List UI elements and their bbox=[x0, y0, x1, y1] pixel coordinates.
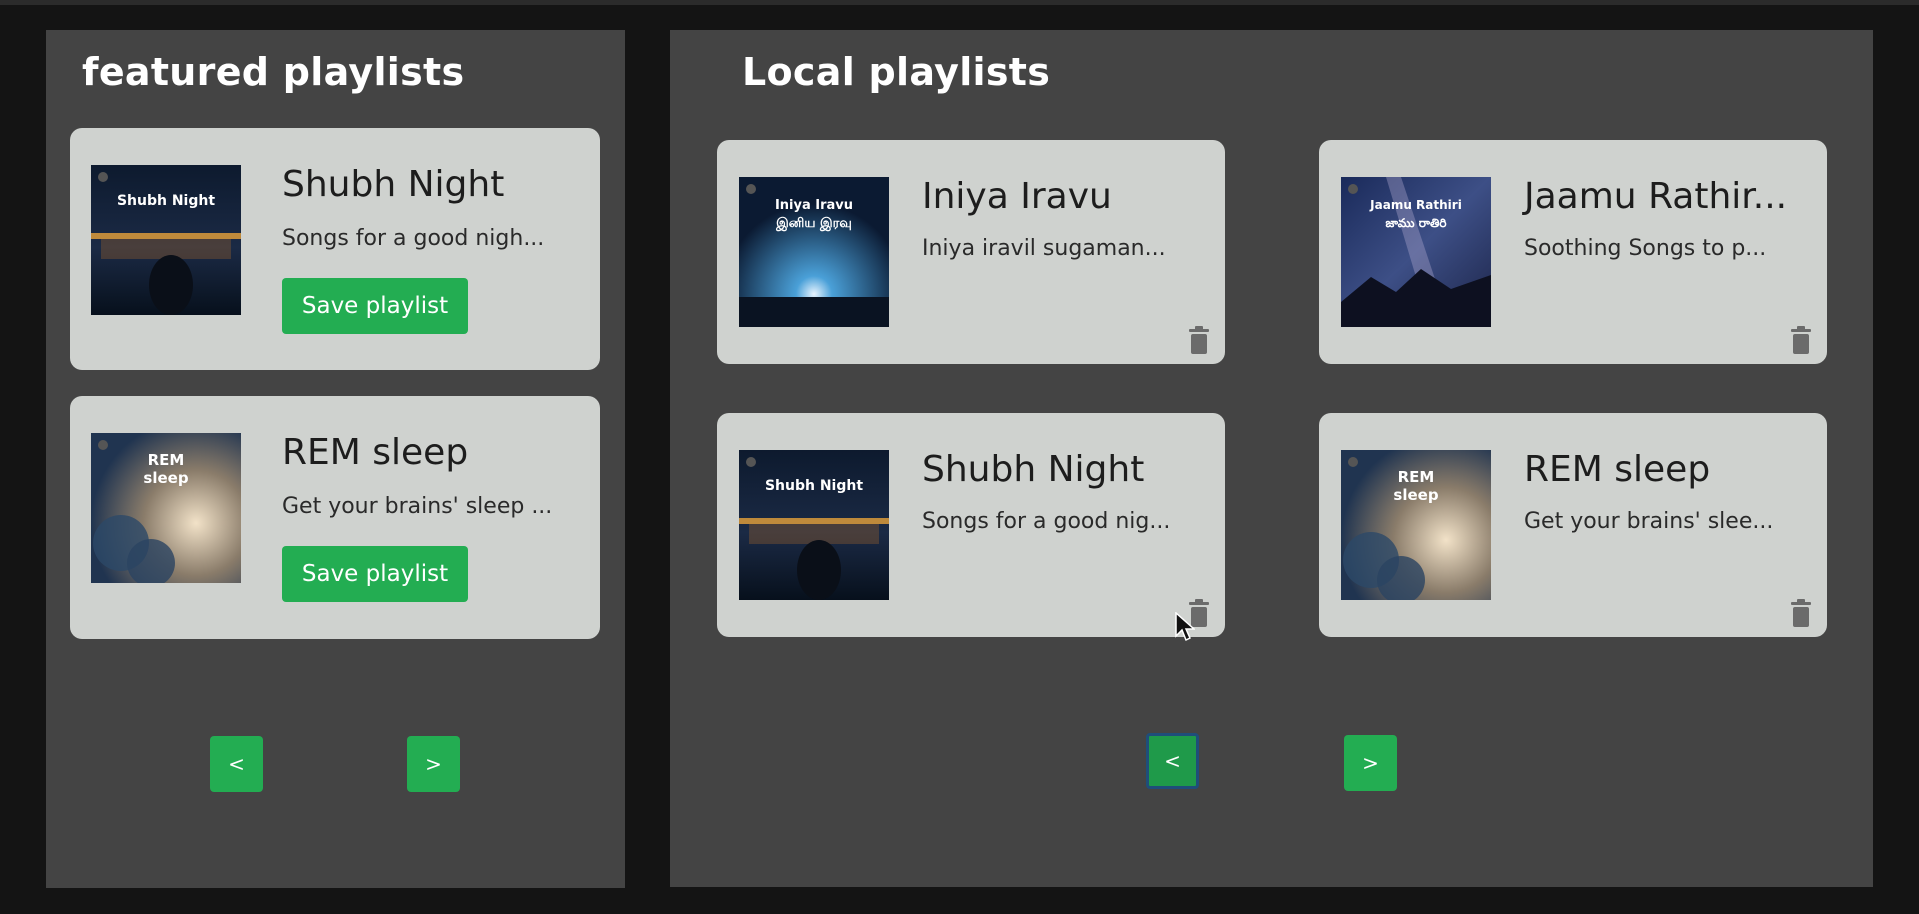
playlist-name: Iniya Iravu bbox=[922, 176, 1112, 217]
panel-title: Local playlists bbox=[742, 50, 1051, 94]
save-playlist-button[interactable]: Save playlist bbox=[282, 278, 468, 334]
playlist-card: REM sleep REM sleep Get your brains' sle… bbox=[70, 396, 600, 639]
cover-text: Jaamu Rathiri bbox=[1369, 198, 1462, 212]
playlist-name: REM sleep bbox=[1524, 449, 1711, 490]
featured-playlists-panel: featured playlists Shubh Night Shubh Nig… bbox=[46, 30, 625, 888]
trash-icon[interactable] bbox=[1791, 599, 1811, 627]
playlist-card: Shubh Night Shubh Night Songs for a good… bbox=[717, 413, 1225, 637]
playlist-description: Iniya iravil sugaman... bbox=[922, 236, 1166, 261]
local-playlists-panel: Local playlists Iniya Iravu இனிய இரவு In… bbox=[670, 30, 1873, 887]
next-page-button[interactable]: > bbox=[407, 736, 460, 792]
playlist-cover: Shubh Night bbox=[91, 165, 241, 315]
cover-text: Iniya Iravu bbox=[775, 198, 853, 213]
playlist-cover: Shubh Night bbox=[739, 450, 889, 600]
trash-icon[interactable] bbox=[1189, 326, 1209, 354]
next-page-button[interactable]: > bbox=[1344, 735, 1397, 791]
playlist-description: Get your brains' sleep ... bbox=[282, 494, 553, 519]
save-playlist-button[interactable]: Save playlist bbox=[282, 546, 468, 602]
playlist-cover: Jaamu Rathiri జాము రాతిరి bbox=[1341, 177, 1491, 327]
cover-text: Shubh Night bbox=[117, 193, 215, 209]
playlist-description: Soothing Songs to p... bbox=[1524, 236, 1767, 261]
cover-text: sleep bbox=[1393, 486, 1438, 504]
cover-text: REM bbox=[1398, 468, 1435, 486]
playlist-cover: REM sleep bbox=[1341, 450, 1491, 600]
playlist-description: Songs for a good nig... bbox=[922, 509, 1171, 534]
playlist-card: Jaamu Rathiri జాము రాతిరి Jaamu Rathir..… bbox=[1319, 140, 1827, 364]
cover-text: sleep bbox=[143, 469, 188, 487]
prev-page-button[interactable]: < bbox=[1146, 733, 1199, 789]
playlist-name: Shubh Night bbox=[922, 449, 1145, 490]
playlist-card: REM sleep REM sleep Get your brains' sle… bbox=[1319, 413, 1827, 637]
cover-text: జాము రాతిరి bbox=[1386, 216, 1447, 230]
playlist-card: Shubh Night Shubh Night Songs for a good… bbox=[70, 128, 600, 370]
prev-page-button[interactable]: < bbox=[210, 736, 263, 792]
playlist-cover: Iniya Iravu இனிய இரவு bbox=[739, 177, 889, 327]
cover-text: Shubh Night bbox=[765, 478, 863, 494]
playlist-description: Get your brains' slee... bbox=[1524, 509, 1774, 534]
playlist-name: REM sleep bbox=[282, 432, 469, 473]
panel-title: featured playlists bbox=[82, 50, 465, 94]
playlist-name: Shubh Night bbox=[282, 164, 505, 205]
cover-text: REM bbox=[148, 451, 185, 469]
playlist-cover: REM sleep bbox=[91, 433, 241, 583]
top-edge bbox=[0, 0, 1919, 5]
playlist-card: Iniya Iravu இனிய இரவு Iniya Iravu Iniya … bbox=[717, 140, 1225, 364]
cover-text: இனிய இரவு bbox=[775, 216, 852, 231]
mouse-pointer-icon bbox=[1175, 612, 1195, 642]
playlist-description: Songs for a good nigh... bbox=[282, 226, 545, 251]
trash-icon[interactable] bbox=[1791, 326, 1811, 354]
playlist-name: Jaamu Rathir... bbox=[1524, 176, 1788, 217]
